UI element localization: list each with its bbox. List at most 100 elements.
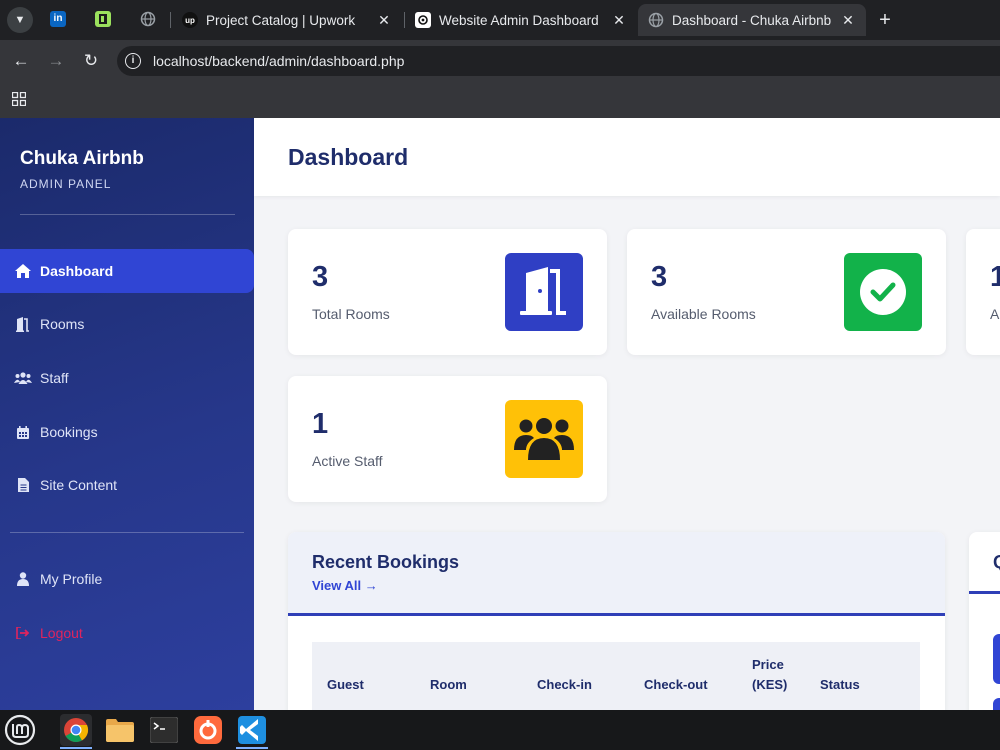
user-icon	[14, 570, 32, 588]
plus-icon: +	[879, 9, 891, 31]
tab-title: Dashboard - Chuka Airbnb	[672, 12, 832, 28]
upwork-icon: up	[182, 12, 198, 28]
taskbar-chrome[interactable]	[60, 714, 92, 746]
address-bar[interactable]: i localhost/backend/admin/dashboard.php	[117, 46, 1000, 76]
column-header-room[interactable]: Room	[430, 675, 467, 695]
stat-value: 3	[312, 261, 329, 293]
stat-label: Active Staff	[312, 453, 383, 469]
column-header-check-in[interactable]: Check-in	[537, 675, 592, 695]
users-icon	[14, 369, 32, 387]
stat-card-available-rooms: 3 Available Rooms	[627, 229, 946, 355]
close-icon[interactable]: ✕	[376, 12, 392, 29]
stat-label: A	[990, 306, 1000, 322]
sidebar-item-label: Bookings	[40, 424, 98, 440]
panel-title: Recent Bookings	[312, 552, 460, 572]
sidebar: Chuka Airbnb ADMIN PANEL Dashboard Rooms…	[0, 118, 254, 710]
chevron-down-icon: ▼	[14, 14, 26, 26]
sidebar-divider	[20, 214, 235, 215]
update-icon	[194, 716, 222, 744]
quick-action-button[interactable]	[993, 698, 1000, 710]
sidebar-item-label: Rooms	[40, 316, 85, 332]
pinned-tab-globe[interactable]	[139, 10, 157, 28]
apps-grid-icon[interactable]	[12, 92, 26, 106]
close-icon[interactable]: ✕	[840, 12, 856, 29]
globe-icon	[648, 12, 664, 28]
sidebar-item-rooms[interactable]: Rooms	[0, 302, 254, 346]
tab-title: Project Catalog | Upwork	[206, 12, 356, 28]
tab-dashboard-active[interactable]: Dashboard - Chuka Airbnb ✕	[638, 4, 866, 36]
reload-button[interactable]: ↻	[79, 49, 103, 73]
column-header-price[interactable]: Price (KES)	[752, 655, 797, 695]
folder-icon	[106, 719, 134, 742]
terminal-icon	[150, 717, 178, 743]
tab-title: Website Admin Dashboard S	[439, 12, 603, 28]
url-text: localhost/backend/admin/dashboard.php	[153, 53, 405, 69]
table-header: Guest Room Check-in Check-out Price (KES…	[312, 642, 920, 710]
quick-action-button[interactable]	[993, 634, 1000, 684]
stat-icon-box	[505, 400, 583, 478]
view-all-link[interactable]: View All →	[312, 578, 378, 593]
bookmarks-bar	[0, 82, 1000, 118]
sidebar-item-my-profile[interactable]: My Profile	[0, 557, 254, 601]
sidebar-item-label: Staff	[40, 370, 69, 386]
browser-toolbar: ← → ↻ i localhost/backend/admin/dashboar…	[0, 40, 1000, 82]
check-circle-icon	[860, 269, 906, 315]
sidebar-item-bookings[interactable]: Bookings	[0, 410, 254, 454]
panel-title: Q	[993, 552, 1000, 573]
active-app-indicator	[236, 747, 268, 749]
sidebar-item-label: My Profile	[40, 571, 103, 587]
recent-bookings-panel: Recent Bookings View All → Guest Room Ch…	[288, 532, 945, 710]
stat-icon-box	[505, 253, 583, 331]
sidebar-item-label: Dashboard	[40, 263, 114, 279]
column-header-check-out[interactable]: Check-out	[644, 675, 708, 695]
top-header: Dashboard	[254, 118, 1000, 196]
logout-icon	[14, 624, 32, 642]
sidebar-item-logout[interactable]: Logout	[0, 611, 254, 655]
new-tab-button[interactable]: +	[873, 8, 897, 32]
stat-label: Total Rooms	[312, 306, 390, 322]
web-page: Chuka Airbnb ADMIN PANEL Dashboard Rooms…	[0, 118, 1000, 710]
door-icon	[14, 315, 32, 333]
quick-actions-panel: Q	[969, 532, 1000, 710]
taskbar-app[interactable]	[192, 714, 224, 746]
stat-icon-box	[844, 253, 922, 331]
openai-icon	[415, 12, 431, 28]
tab-admin-dashboard[interactable]: Website Admin Dashboard S ✕	[405, 4, 637, 36]
stat-card-active-staff: 1 Active Staff	[288, 376, 607, 502]
sidebar-item-site-content[interactable]: Site Content	[0, 463, 254, 507]
pinned-tab-app[interactable]	[94, 10, 112, 28]
stat-label: Available Rooms	[651, 306, 756, 322]
column-header-status[interactable]: Status	[820, 675, 860, 695]
linux-mint-icon	[4, 714, 36, 746]
sidebar-divider	[10, 532, 244, 533]
taskbar-vscode[interactable]	[236, 714, 268, 746]
stat-card-partial: 1 A	[966, 229, 1000, 355]
taskbar-terminal[interactable]	[148, 714, 180, 746]
close-icon[interactable]: ✕	[611, 12, 627, 29]
tab-upwork[interactable]: up Project Catalog | Upwork ✕	[172, 4, 402, 36]
start-menu-button[interactable]	[4, 714, 36, 746]
globe-icon	[140, 11, 156, 27]
sidebar-item-label: Logout	[40, 625, 83, 641]
door-open-icon	[520, 267, 566, 315]
active-app-indicator	[60, 747, 92, 749]
back-button[interactable]: ←	[9, 49, 33, 73]
sidebar-item-staff[interactable]: Staff	[0, 356, 254, 400]
forward-button[interactable]: →	[44, 49, 68, 73]
stat-card-total-rooms: 3 Total Rooms	[288, 229, 607, 355]
taskbar-files[interactable]	[104, 714, 136, 746]
sidebar-item-dashboard[interactable]: Dashboard	[0, 249, 254, 293]
info-icon[interactable]: i	[125, 53, 141, 69]
reload-icon: ↻	[83, 51, 99, 70]
column-header-guest[interactable]: Guest	[327, 675, 364, 695]
stat-value: 1	[990, 261, 1000, 293]
users-icon	[514, 418, 574, 460]
pinned-tab-linkedin[interactable]: in	[49, 10, 67, 28]
brand-name: Chuka Airbnb	[20, 148, 144, 169]
panel-header: Q	[969, 532, 1000, 594]
file-icon	[14, 476, 32, 494]
chrome-icon	[64, 718, 89, 743]
sidebar-item-label: Site Content	[40, 477, 118, 493]
tab-search-button[interactable]: ▼	[7, 7, 33, 33]
page-title: Dashboard	[288, 144, 409, 170]
